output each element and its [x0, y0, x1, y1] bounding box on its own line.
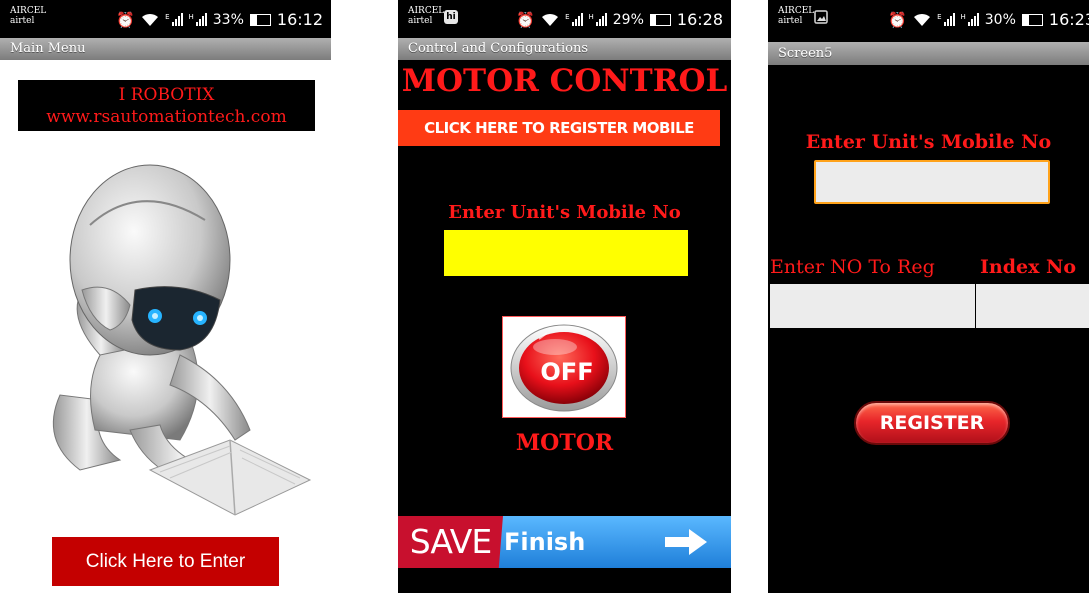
signal-2-icon: H	[589, 13, 607, 26]
index-number-input[interactable]	[976, 284, 1089, 328]
robot-reading-book-image	[52, 164, 312, 516]
battery-icon	[649, 13, 671, 26]
screen5: AIRCEL airtel ⏰ E H 30% 16:23 Screen5 En…	[768, 0, 1089, 593]
brand-name: I ROBOTIX	[118, 85, 215, 105]
save-finish-bar[interactable]: SAVE Finish	[398, 516, 731, 568]
battery-percent: 30%	[984, 11, 1016, 28]
carrier-name: AIRCEL airtel	[10, 6, 47, 26]
battery-fill	[1022, 14, 1029, 25]
gallery-icon	[814, 10, 828, 24]
wifi-icon	[914, 13, 931, 26]
power-off-button-icon: OFF	[510, 324, 618, 412]
screen-title: Screen5	[768, 42, 1089, 65]
battery-fill	[650, 14, 657, 25]
battery-icon	[1021, 13, 1043, 26]
wifi-icon	[542, 13, 559, 26]
carrier-name: AIRCEL airtel	[778, 6, 815, 26]
index-number-label: Index No	[980, 256, 1077, 278]
clock: 16:23	[1048, 10, 1089, 29]
mobile-number-input[interactable]	[814, 160, 1050, 204]
control-config-screen: AIRCEL airtel hi ⏰ E H 29% 16:28 Control…	[398, 0, 731, 593]
register-button[interactable]: REGISTER	[854, 401, 1010, 445]
screen-title: Main Menu	[0, 38, 331, 60]
reg-number-input[interactable]	[770, 284, 975, 328]
wifi-icon	[142, 13, 159, 26]
register-mobile-button[interactable]: CLICK HERE TO REGISTER MOBILE	[398, 110, 720, 146]
clock: 16:28	[676, 10, 723, 29]
signal-1-icon: E	[165, 13, 183, 26]
page-heading: MOTOR CONTROL	[401, 63, 728, 99]
alarm-icon: ⏰	[888, 10, 908, 29]
signal-1-icon: E	[937, 13, 955, 26]
enter-button[interactable]: Click Here to Enter	[52, 537, 279, 586]
status-bar: AIRCEL airtel ⏰ E H 33% 16:12	[0, 0, 331, 38]
battery-percent: 33%	[212, 11, 244, 28]
mobile-field-label: Enter Unit's Mobile No	[448, 202, 681, 223]
carrier-name: AIRCEL airtel	[408, 6, 445, 26]
alarm-icon: ⏰	[516, 10, 536, 29]
mobile-field-label: Enter Unit's Mobile No	[805, 131, 1052, 153]
status-bar: AIRCEL airtel hi ⏰ E H 29% 16:28	[398, 0, 731, 38]
alarm-icon: ⏰	[116, 10, 136, 29]
brand-banner: I ROBOTIX www.rsautomationtech.com	[18, 80, 315, 131]
battery-icon	[249, 13, 271, 26]
mobile-number-input[interactable]	[444, 230, 688, 276]
right-arrow-icon	[665, 529, 707, 555]
signal-1-icon: E	[565, 13, 583, 26]
motor-label: MOTOR	[515, 430, 614, 456]
hike-icon: hi	[444, 10, 458, 24]
motor-toggle-button[interactable]: OFF	[502, 316, 626, 418]
save-button[interactable]: SAVE	[398, 516, 503, 568]
main-menu-screen: AIRCEL airtel ⏰ E H 33% 16:12 Main Menu …	[0, 0, 331, 593]
signal-2-icon: H	[961, 13, 979, 26]
finish-label: Finish	[504, 528, 586, 556]
reg-number-label: Enter NO To Reg	[770, 256, 935, 278]
status-bar: AIRCEL airtel ⏰ E H 30% 16:23	[768, 0, 1089, 42]
screen-title: Control and Configurations	[398, 38, 731, 60]
battery-fill	[250, 14, 258, 25]
toggle-state-text: OFF	[540, 358, 593, 386]
brand-url: www.rsautomationtech.com	[46, 107, 287, 127]
signal-2-icon: H	[189, 13, 207, 26]
battery-percent: 29%	[612, 11, 644, 28]
clock: 16:12	[276, 10, 323, 29]
